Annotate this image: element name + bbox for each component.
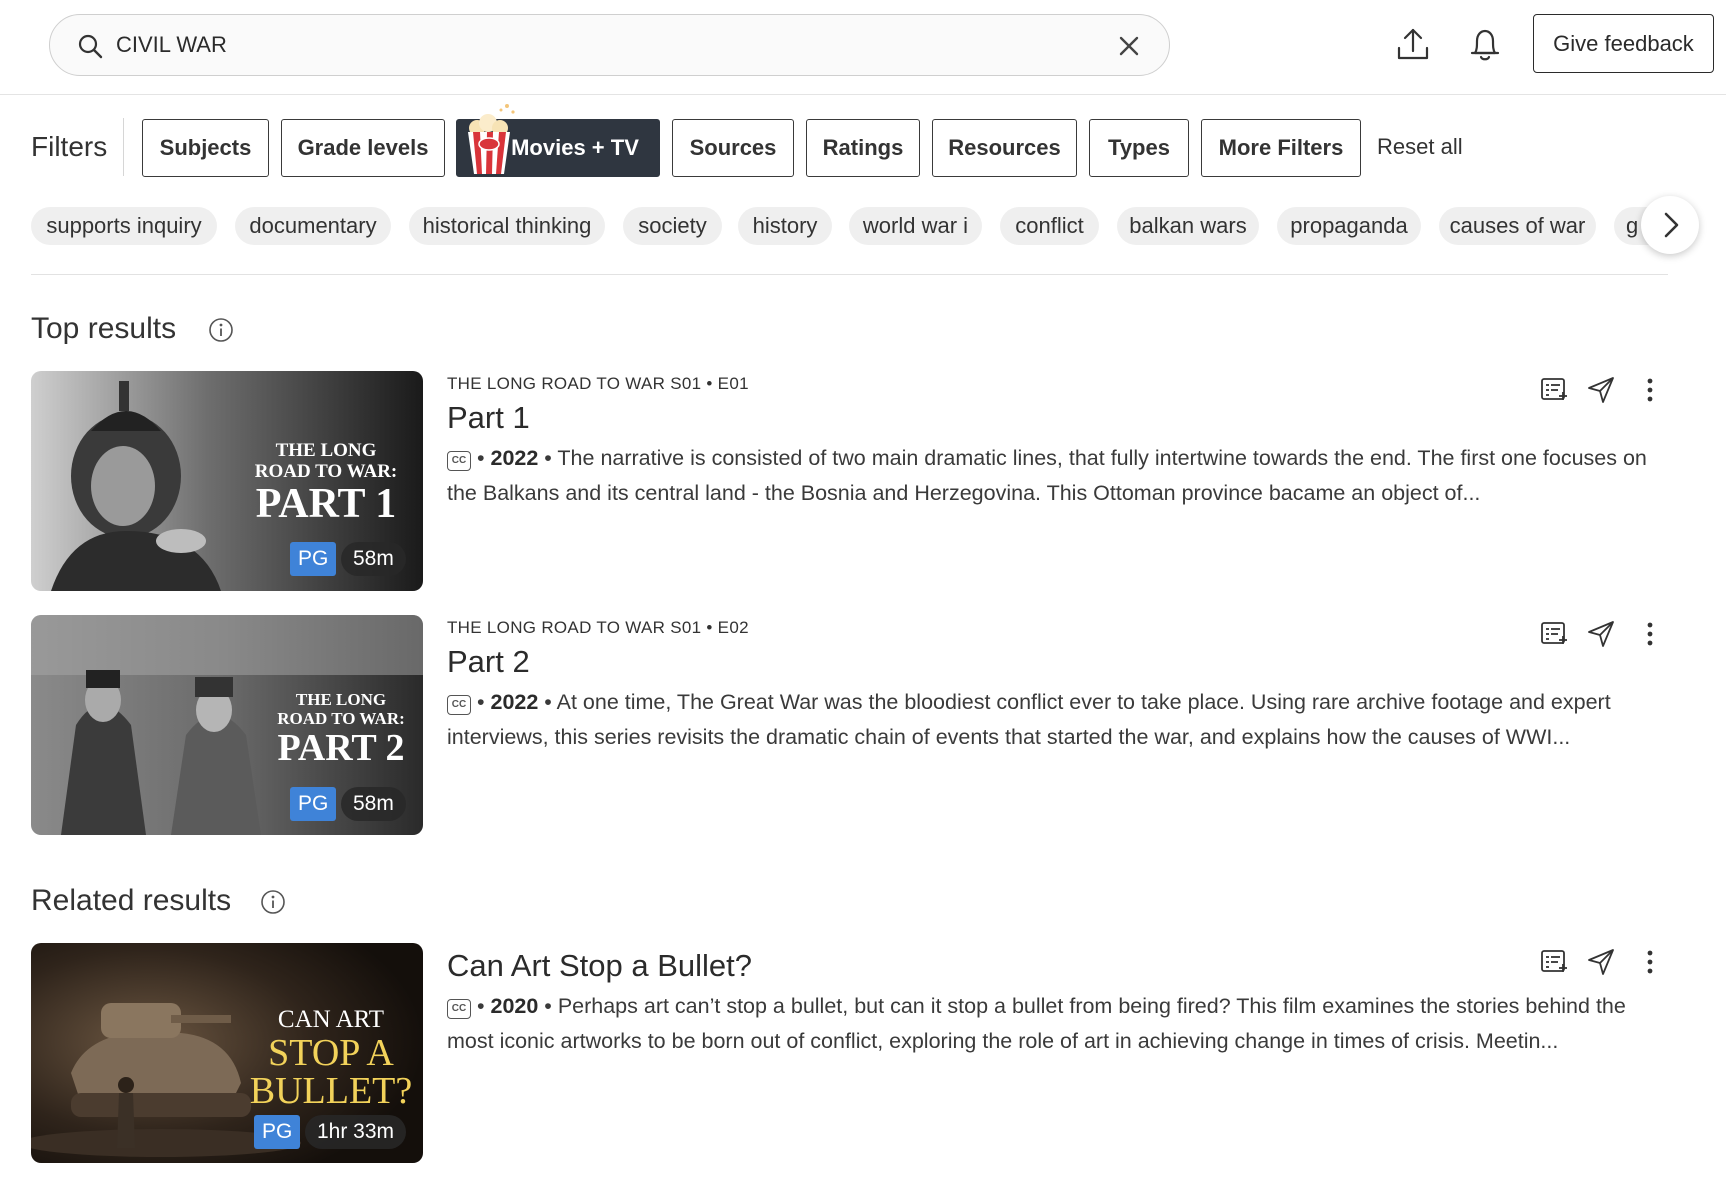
chips-next-button[interactable] — [1641, 196, 1699, 254]
search-bar[interactable] — [49, 14, 1170, 76]
thumb-title-line1: CAN ART — [277, 1006, 385, 1033]
chip-balkan-wars[interactable]: balkan wars — [1117, 207, 1259, 245]
filter-label: Ratings — [822, 135, 904, 160]
filters-divider — [123, 118, 124, 176]
result-series: THE LONG ROAD TO WAR S01 • E02 — [447, 618, 749, 637]
chip-supports-inquiry[interactable]: supports inquiry — [31, 207, 217, 245]
filter-label: Resources — [948, 135, 1061, 160]
send-icon[interactable] — [1585, 946, 1617, 978]
filter-label: Subjects — [159, 135, 252, 160]
closed-captions-icon: CC — [447, 695, 471, 715]
result-year: 2020 — [490, 994, 539, 1018]
keyword-chips: supports inquiry documentary historical … — [31, 207, 1651, 245]
send-icon[interactable] — [1585, 374, 1617, 406]
filter-label: Types — [1108, 135, 1170, 160]
close-icon[interactable] — [1117, 34, 1141, 58]
filter-label: More Filters — [1218, 135, 1344, 160]
more-vertical-icon[interactable] — [1634, 618, 1666, 650]
filter-sources-button[interactable]: Sources — [672, 119, 794, 177]
result-thumbnail[interactable]: THE LONG ROAD TO WAR: PART 1 PG 58m — [31, 371, 423, 591]
thumb-title-line3: BULLET? — [249, 1070, 413, 1112]
result-year: 2022 — [490, 446, 539, 470]
thumb-title-line3: PART 2 — [277, 727, 405, 769]
rating-badge: PG — [254, 1115, 301, 1149]
add-to-list-icon[interactable] — [1538, 374, 1570, 406]
top-results-heading: Top results — [31, 312, 177, 345]
thumb-title-line1: THE LONG — [295, 690, 387, 709]
filter-movies-tv-button[interactable]: Movies + TV — [456, 104, 660, 177]
filter-label: Grade levels — [297, 135, 429, 160]
more-vertical-icon[interactable] — [1634, 946, 1666, 978]
filter-grade-levels-button[interactable]: Grade levels — [281, 119, 445, 177]
thumb-title-line2: ROAD TO WAR: — [277, 709, 405, 728]
result-description: CC • 2022 • At one time, The Great War w… — [447, 690, 1611, 749]
bell-icon[interactable] — [1466, 24, 1504, 64]
duration-badge: 58m — [341, 787, 406, 821]
reset-all-link[interactable]: Reset all — [1377, 134, 1463, 160]
thumb-title-line2: STOP A — [268, 1032, 394, 1074]
result-description: CC • 2020 • Perhaps art can’t stop a bul… — [447, 994, 1626, 1053]
result-thumbnail[interactable]: CAN ART STOP A BULLET? PG 1hr 33m — [31, 943, 423, 1163]
filter-subjects-button[interactable]: Subjects — [142, 119, 269, 177]
duration-badge: 58m — [341, 542, 406, 576]
rating-badge: PG — [290, 787, 337, 821]
filter-label: Sources — [689, 135, 777, 160]
search-icon — [78, 34, 103, 59]
filter-types-button[interactable]: Types — [1089, 119, 1189, 177]
popcorn-icon — [468, 104, 515, 174]
info-icon[interactable] — [208, 317, 234, 343]
search-input[interactable] — [116, 26, 1096, 64]
upload-icon[interactable] — [1394, 24, 1432, 64]
chip-world-war-i[interactable]: world war i — [849, 207, 982, 245]
chip-history[interactable]: history — [738, 207, 832, 245]
info-icon[interactable] — [260, 889, 286, 915]
filter-label: Movies + TV — [511, 135, 639, 160]
filters-label: Filters — [31, 131, 108, 162]
more-filters-button[interactable]: More Filters — [1201, 119, 1361, 177]
chip-documentary[interactable]: documentary — [235, 207, 391, 245]
thumb-title-line3: PART 1 — [255, 481, 397, 527]
rating-badge: PG — [290, 542, 337, 576]
top-bar: Give feedback — [0, 0, 1726, 95]
add-to-list-icon[interactable] — [1538, 946, 1570, 978]
chip-historical-thinking[interactable]: historical thinking — [409, 207, 605, 245]
result-series: THE LONG ROAD TO WAR S01 • E01 — [447, 374, 749, 393]
result-description-text: At one time, The Great War was the blood… — [447, 690, 1611, 749]
result-year: 2022 — [490, 690, 539, 714]
thumb-title-line1: THE LONG — [275, 440, 377, 461]
filter-resources-button[interactable]: Resources — [932, 119, 1077, 177]
closed-captions-icon: CC — [447, 999, 471, 1019]
give-feedback-button[interactable]: Give feedback — [1533, 14, 1714, 73]
related-results-heading: Related results — [31, 884, 232, 917]
chip-society[interactable]: society — [623, 207, 722, 245]
closed-captions-icon: CC — [447, 451, 471, 471]
duration-badge: 1hr 33m — [305, 1115, 407, 1149]
result-description-text: Perhaps art can’t stop a bullet, but can… — [447, 994, 1626, 1053]
chip-conflict[interactable]: conflict — [1000, 207, 1099, 245]
chip-causes-of-war[interactable]: causes of war — [1439, 207, 1596, 245]
filter-ratings-button[interactable]: Ratings — [806, 119, 920, 177]
result-description: CC • 2022 • The narrative is consisted o… — [447, 446, 1647, 505]
result-title[interactable]: Part 1 — [447, 400, 530, 436]
send-icon[interactable] — [1585, 618, 1617, 650]
add-to-list-icon[interactable] — [1538, 618, 1570, 650]
result-title[interactable]: Can Art Stop a Bullet? — [447, 948, 752, 984]
result-title[interactable]: Part 2 — [447, 644, 530, 680]
chevron-right-icon — [1664, 212, 1679, 238]
more-vertical-icon[interactable] — [1634, 374, 1666, 406]
divider — [31, 274, 1668, 275]
result-description-text: The narrative is consisted of two main d… — [447, 446, 1647, 505]
chip-propaganda[interactable]: propaganda — [1277, 207, 1421, 245]
thumb-title-line2: ROAD TO WAR: — [254, 461, 398, 482]
result-thumbnail[interactable]: THE LONG ROAD TO WAR: PART 2 PG 58m — [31, 615, 423, 835]
